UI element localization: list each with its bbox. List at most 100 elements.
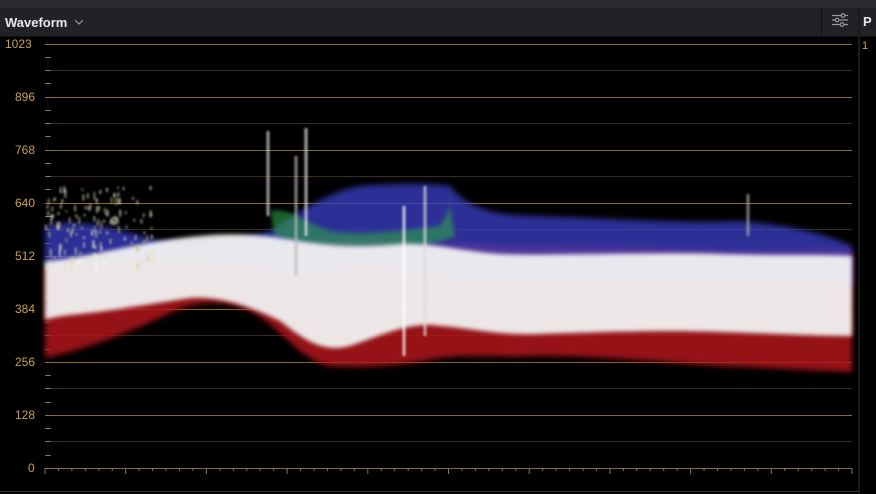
- panel-title-dropdown[interactable]: Waveform: [5, 15, 67, 30]
- trace-speckle: [93, 216, 96, 222]
- trace-speckle: [47, 198, 50, 205]
- waveform-scope: 1023 896 768 640 512 384 256 128 0: [5, 37, 853, 475]
- trace-speckle: [94, 245, 97, 250]
- chevron-down-icon[interactable]: [74, 19, 84, 25]
- trace-speckle: [74, 262, 77, 265]
- trace-speckle: [113, 193, 116, 197]
- trace-speckle: [61, 199, 64, 204]
- level-label: 640: [15, 196, 35, 210]
- trace-speckle: [105, 187, 108, 192]
- trace-speckle: [92, 242, 95, 249]
- trace-speckle: [98, 230, 101, 234]
- trace-speckle: [75, 214, 78, 219]
- level-label: 896: [15, 90, 35, 104]
- trace-speckle: [46, 205, 49, 209]
- trace-speckle: [117, 198, 120, 205]
- adjacent-panel-header: P: [860, 8, 876, 37]
- trace-speckle: [82, 194, 85, 201]
- trace-speckle: [50, 214, 53, 219]
- trace-speckle: [49, 248, 52, 257]
- trace-speckle: [117, 225, 120, 234]
- trace-speckle: [96, 221, 99, 226]
- level-label: 256: [15, 355, 35, 369]
- trace-speckle: [136, 200, 139, 205]
- trace-speckle: [134, 235, 137, 241]
- trace-speckle: [114, 217, 117, 225]
- level-label: 0: [28, 461, 35, 475]
- trace-speckle: [99, 190, 102, 194]
- trace-speckle: [81, 188, 84, 191]
- trace-speckle: [110, 197, 113, 204]
- level-label: 768: [15, 143, 35, 157]
- trace-speckle: [63, 186, 66, 194]
- trace-speckle: [133, 218, 136, 222]
- trace-speckle: [125, 225, 128, 229]
- trace-speckle: [140, 219, 143, 224]
- trace-speckle: [56, 222, 59, 229]
- level-label: 384: [15, 302, 35, 316]
- waveform-panel-header: Waveform: [0, 8, 858, 37]
- trace-speckle: [68, 217, 71, 224]
- scope-level-labels: 1023 896 768 640 512 384 256 128 0: [5, 37, 35, 475]
- trace-speckle: [79, 251, 82, 257]
- trace-speckle: [143, 231, 146, 234]
- trace-speckle: [95, 263, 98, 271]
- level-label: 512: [15, 249, 35, 263]
- trace-speckle: [86, 259, 89, 267]
- trace-speckle: [75, 232, 78, 236]
- adjacent-panel-value: 1: [862, 40, 869, 52]
- trace-speckle: [100, 246, 103, 253]
- trace-speckle: [151, 257, 154, 261]
- trace-speckle: [136, 245, 139, 252]
- trace-speckle: [124, 211, 127, 214]
- trace-speckle: [104, 252, 107, 260]
- trace-speckle: [146, 254, 149, 262]
- trace-speckle: [59, 243, 62, 250]
- trace-speckle: [81, 226, 84, 230]
- trace-speckle: [71, 261, 74, 266]
- trace-speckle: [150, 234, 153, 239]
- trace-speckle: [71, 227, 74, 234]
- adjacent-panel: P 1: [860, 8, 876, 494]
- trace-speckle: [87, 205, 90, 210]
- sliders-icon: [831, 12, 849, 32]
- trace-speckle: [45, 224, 48, 230]
- trace-speckle: [97, 219, 100, 222]
- trace-speckle: [71, 256, 74, 262]
- trace-speckle: [63, 264, 66, 270]
- trace-speckle: [78, 216, 81, 225]
- level-label: 128: [15, 408, 35, 422]
- trace-speckle: [103, 261, 106, 264]
- trace-speckle: [51, 206, 54, 212]
- trace-speckle: [59, 187, 62, 194]
- adjacent-panel-title[interactable]: P: [863, 14, 872, 29]
- trace-speckle: [104, 265, 107, 272]
- trace-speckle: [47, 210, 50, 217]
- trace-speckle: [106, 209, 109, 217]
- trace-speckle: [57, 212, 60, 215]
- trace-speckle: [89, 203, 92, 209]
- trace-speckle: [112, 220, 115, 226]
- trace-speckle: [123, 237, 126, 241]
- trace-speckle: [94, 255, 97, 260]
- trace-speckle: [93, 226, 96, 229]
- trace-speckle: [117, 255, 120, 259]
- trace-speckle: [45, 264, 48, 271]
- trace-speckle: [149, 210, 152, 218]
- trace-speckle: [69, 231, 72, 237]
- trace-speckle: [67, 228, 70, 233]
- trace-speckle: [142, 213, 145, 218]
- trace-speckle: [77, 265, 80, 268]
- trace-speckle: [65, 238, 68, 243]
- trace-speckle: [78, 258, 81, 265]
- trace-speckle: [146, 235, 149, 243]
- scope-settings-button[interactable]: [821, 8, 858, 36]
- trace-speckle: [142, 239, 145, 244]
- trace-speckle: [52, 198, 55, 202]
- trace-speckle: [114, 197, 117, 206]
- trace-speckle: [74, 204, 77, 212]
- trace-speckle: [93, 192, 96, 200]
- trace-speckle: [116, 217, 119, 224]
- trace-speckle: [86, 193, 89, 199]
- trace-speckle: [109, 221, 112, 224]
